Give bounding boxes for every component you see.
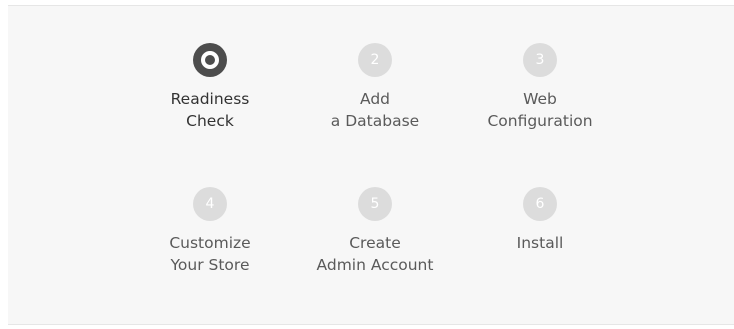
step-label-line2: Your Store [170,256,250,274]
step-create-admin-account[interactable]: 5 Create Admin Account [295,187,455,276]
setup-progress-panel: Readiness Check 2 Add a Database 3 Web C… [8,5,734,325]
step-readiness-check[interactable]: Readiness Check [130,43,290,132]
step-number-badge: 6 [523,187,557,221]
step-label-line2: Check [186,112,234,130]
step-number-badge: 5 [358,187,392,221]
step-label-line1: Create [349,234,401,252]
step-label: Customize Your Store [130,232,290,276]
step-label-line1: Install [516,234,564,252]
step-label-line2: Admin Account [316,256,434,274]
step-label-line2: a Database [330,112,420,130]
active-step-icon [193,43,227,77]
step-label: Add a Database [295,88,455,132]
step-label-line1: Web [523,90,557,108]
step-label: Install [460,232,620,254]
step-label-line2: Configuration [487,112,593,130]
step-label: Web Configuration [460,88,620,132]
step-number-badge: 3 [523,43,557,77]
step-label-line1: Readiness [170,90,250,108]
step-label-line1: Customize [169,234,251,252]
step-add-database[interactable]: 2 Add a Database [295,43,455,132]
step-customize-store[interactable]: 4 Customize Your Store [130,187,290,276]
step-number-badge: 4 [193,187,227,221]
step-web-configuration[interactable]: 3 Web Configuration [460,43,620,132]
step-label: Create Admin Account [295,232,455,276]
step-label: Readiness Check [130,88,290,132]
step-number-badge: 2 [358,43,392,77]
step-label-line1: Add [359,90,390,108]
step-install[interactable]: 6 Install [460,187,620,254]
